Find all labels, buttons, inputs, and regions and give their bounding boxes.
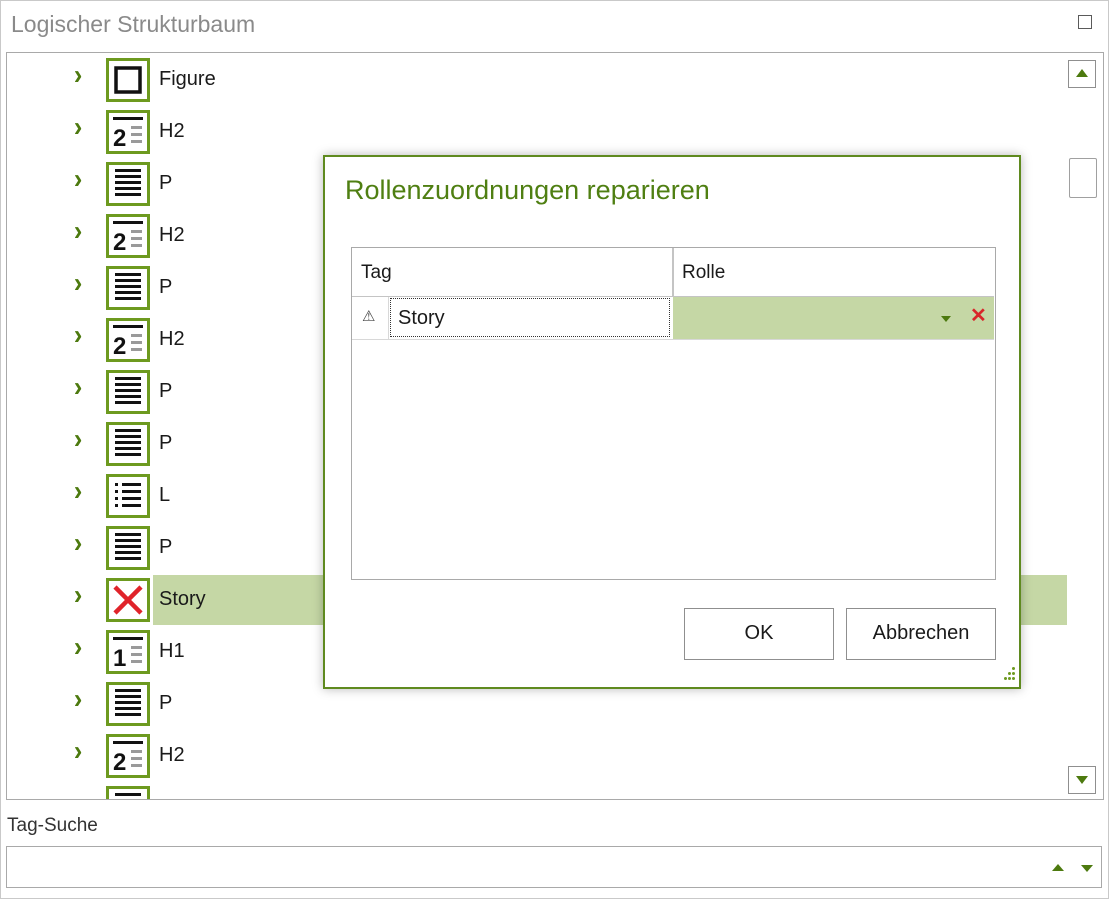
tree-node-label: H2 [159,328,185,350]
panel-title: Logischer Strukturbaum [11,11,256,37]
scroll-up-button[interactable] [1068,60,1096,88]
chevron-right-icon[interactable]: › [74,685,90,713]
column-header-role[interactable]: Rolle [682,262,725,284]
heading-2-icon: 2 [106,214,150,258]
tree-node-label: P [159,276,173,298]
svg-text:1: 1 [113,645,126,671]
tree-node[interactable]: › 2 H2 [7,731,1067,781]
role-mapping-grid: Tag Rolle ⚠ Story ✕ [351,247,996,580]
paragraph-icon [106,682,150,726]
row-divider [388,297,389,339]
heading-2-icon: 2 [106,318,150,362]
tree-node-label: P [159,172,173,194]
chevron-right-icon[interactable]: › [74,737,90,765]
arrow-down-icon [1076,776,1088,784]
ok-button[interactable]: OK [684,608,834,660]
paragraph-icon [106,370,150,414]
warning-icon: ⚠ [362,308,376,325]
table-row[interactable]: ⚠ Story ✕ [352,297,994,340]
cancel-button[interactable]: Abbrechen [846,608,996,660]
chevron-right-icon[interactable]: › [74,373,90,401]
tag-search-label: Tag-Suche [7,815,98,836]
chevron-down-icon[interactable] [941,316,951,322]
tree-node-label: H2 [159,224,185,246]
chevron-right-icon[interactable]: › [74,633,90,661]
paragraph-icon [106,162,150,206]
tree-node-label: H2 [159,120,185,142]
chevron-right-icon[interactable]: › [74,165,90,193]
svg-text:2: 2 [113,333,126,359]
heading-1-icon: 1 [106,630,150,674]
arrow-up-icon [1076,69,1088,77]
paragraph-icon [106,266,150,310]
tree-node[interactable]: › [7,783,1067,800]
tree-node-label: P [159,692,173,714]
svg-text:2: 2 [113,229,126,255]
dialog-title: Rollenzuordnungen reparieren [345,175,710,205]
chevron-right-icon[interactable]: › [74,217,90,245]
column-divider[interactable] [672,248,674,296]
tag-cell-text: Story [398,307,445,329]
role-select[interactable]: ✕ [673,297,994,339]
figure-icon [106,58,150,102]
chevron-right-icon[interactable]: › [74,477,90,505]
paragraph-icon [106,786,150,799]
tree-node-label: L [159,484,171,506]
tree-node-label: P [159,536,173,558]
scrollbar-thumb[interactable] [1069,158,1097,198]
clear-icon[interactable]: ✕ [970,305,987,327]
list-icon [106,474,150,518]
chevron-right-icon[interactable]: › [74,529,90,557]
chevron-right-icon[interactable]: › [74,61,90,89]
heading-2-icon: 2 [106,110,150,154]
tree-node[interactable]: › 2 H2 [7,107,1067,157]
tree-node-label: P [159,380,173,402]
chevron-right-icon[interactable]: › [74,321,90,349]
search-prev-icon[interactable] [1052,864,1064,871]
paragraph-icon [106,526,150,570]
paragraph-icon [106,422,150,466]
chevron-right-icon[interactable]: › [74,113,90,141]
heading-2-icon: 2 [106,734,150,778]
chevron-right-icon[interactable]: › [74,269,90,297]
tag-cell[interactable]: Story [390,298,670,337]
tree-node-label: P [159,432,173,454]
tag-search-input[interactable] [6,846,1102,888]
tree-node-label: Story [159,588,206,610]
svg-text:2: 2 [113,749,126,775]
tree-node-label: Figure [159,68,216,90]
repair-role-mapping-dialog: Rollenzuordnungen reparieren Tag Rolle ⚠… [323,155,1021,689]
tree-node-label: H2 [159,744,185,766]
tree-node[interactable]: › Figure [7,55,1067,105]
grid-header: Tag Rolle [352,248,994,297]
scroll-down-button[interactable] [1068,766,1096,794]
chevron-right-icon[interactable]: › [74,425,90,453]
search-next-icon[interactable] [1081,865,1093,872]
tree-node-label: H1 [159,640,185,662]
chevron-right-icon[interactable]: › [74,789,90,800]
resize-grip-icon[interactable] [1000,667,1016,683]
invalid-x-icon [106,578,150,622]
maximize-icon[interactable] [1078,15,1092,29]
svg-text:2: 2 [113,125,126,151]
column-header-tag[interactable]: Tag [361,262,392,284]
chevron-right-icon[interactable]: › [74,581,90,609]
